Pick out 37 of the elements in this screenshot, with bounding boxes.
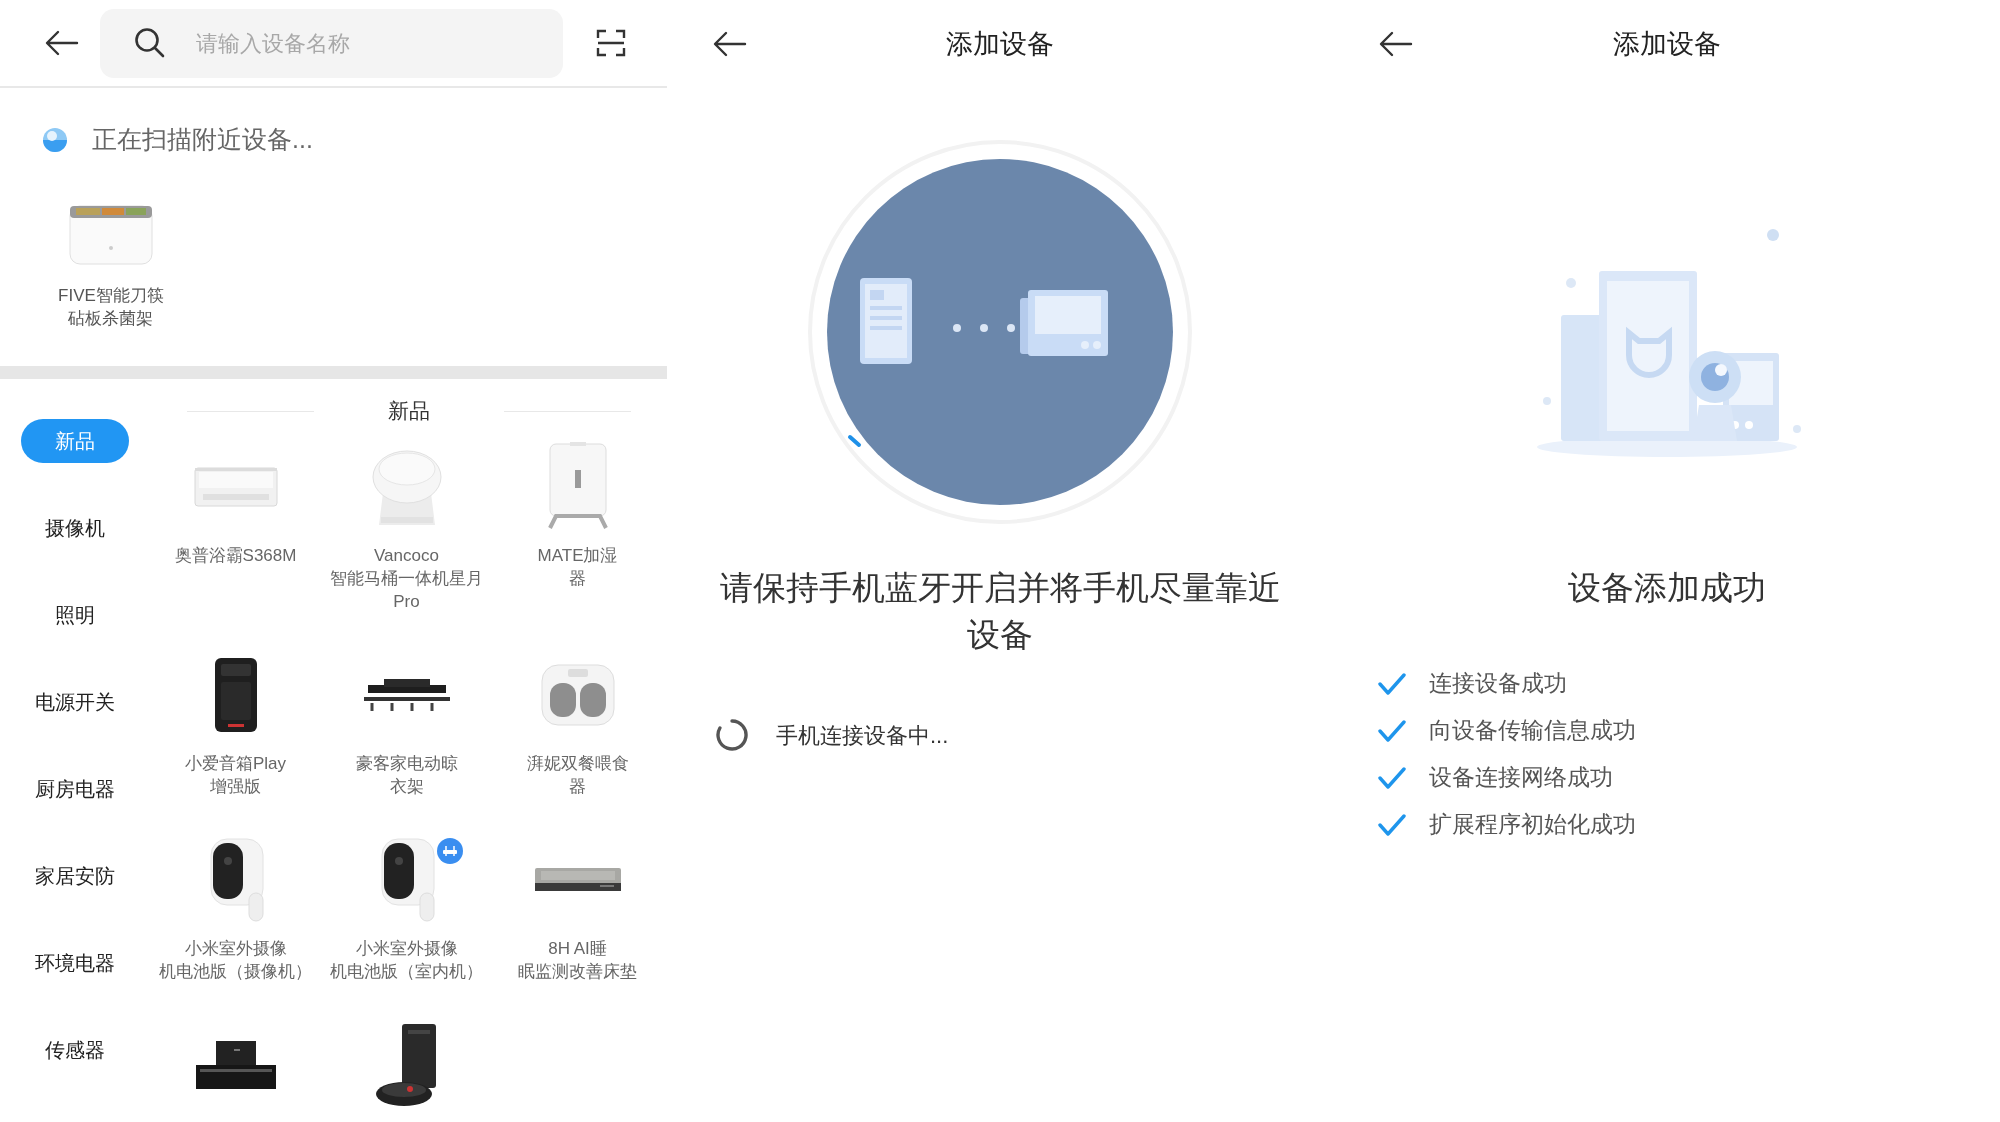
search-bar[interactable]: 请输入设备名称 <box>100 8 563 78</box>
product-name: 8H AI睡 眠监测改善床垫 <box>518 938 637 983</box>
spinner-icon <box>715 718 749 752</box>
connection-status: 手机连接设备中... <box>776 721 949 750</box>
category-tab[interactable]: 照明 <box>21 592 129 637</box>
step-label: 扩展程序初始化成功 <box>1429 810 1636 840</box>
step-label: 连接设备成功 <box>1429 669 1567 699</box>
step-label: 设备连接网络成功 <box>1429 763 1613 793</box>
category-tab[interactable]: 摄像机 <box>21 505 129 550</box>
product-name: MATE加湿 器 <box>537 545 618 590</box>
section-title: 新品 <box>388 398 430 425</box>
product-name: 小米室外摄像 机电池版（摄像机） <box>159 938 312 983</box>
back-icon <box>45 30 79 56</box>
screen-title: 添加设备 <box>945 27 1055 61</box>
category-tab[interactable]: 厨房电器 <box>21 766 129 811</box>
device-name: FIVE智能刀筷 砧板杀菌架 <box>58 285 164 330</box>
step-label: 向设备传输信息成功 <box>1429 716 1636 746</box>
product-name: 豪客家电动晾 衣架 <box>355 753 458 798</box>
product-name: 小米室外摄像 机电池版（室内机） <box>330 938 483 983</box>
category-tab[interactable]: 环境电器 <box>21 940 129 985</box>
category-tab[interactable]: 传感器 <box>21 1027 129 1072</box>
back-icon <box>713 31 747 57</box>
screen-title: 添加设备 <box>1611 27 1722 61</box>
category-tab[interactable]: 家居安防 <box>21 853 129 898</box>
product-name: 湃妮双餐喂食 器 <box>526 753 629 798</box>
product-name: Vancoco 智能马桶一体机星月 Pro <box>330 545 483 613</box>
back-icon <box>1379 31 1413 57</box>
instruction-text: 请保持手机蓝牙开启并将手机尽量靠近设备 <box>718 568 1282 655</box>
scan-icon <box>596 29 626 57</box>
scanning-icon <box>42 127 68 153</box>
product-name: 小爱音箱Play 增强版 <box>184 753 287 798</box>
search-icon <box>134 27 166 59</box>
success-title: 设备添加成功 <box>1566 568 1767 608</box>
search-input[interactable]: 请输入设备名称 <box>196 26 516 60</box>
category-tab[interactable]: 电源开关 <box>21 679 129 724</box>
scan-status: 正在扫描附近设备... <box>92 124 313 156</box>
product-name: 奥普浴霸S368M <box>174 545 297 567</box>
